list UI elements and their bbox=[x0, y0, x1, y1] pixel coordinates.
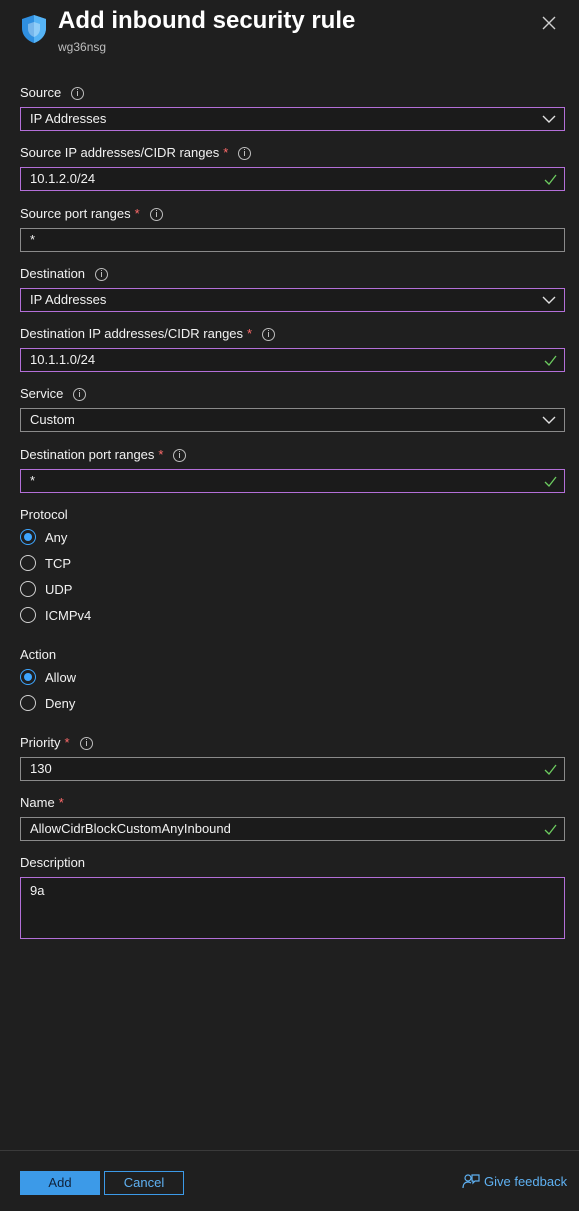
protocol-option-icmpv4[interactable]: ICMPv4 bbox=[20, 602, 91, 628]
required-marker: * bbox=[223, 145, 229, 160]
protocol-radio-group: Protocol Any TCP UDP ICMPv4 bbox=[20, 506, 91, 628]
page-subtitle: wg36nsg bbox=[58, 40, 107, 54]
destination-dropdown[interactable]: IP Addresses bbox=[20, 288, 565, 312]
priority-label: Priority bbox=[20, 735, 61, 750]
radio-button[interactable] bbox=[20, 529, 36, 545]
info-icon[interactable] bbox=[262, 327, 276, 341]
checkmark-icon bbox=[544, 764, 557, 775]
give-feedback-link[interactable]: Give feedback bbox=[462, 1171, 567, 1191]
destination-port-input[interactable]: * bbox=[20, 469, 565, 493]
protocol-option-udp[interactable]: UDP bbox=[20, 576, 91, 602]
service-dropdown[interactable]: Custom bbox=[20, 408, 565, 432]
shield-icon bbox=[22, 15, 46, 43]
checkmark-icon bbox=[544, 476, 557, 487]
radio-button[interactable] bbox=[20, 581, 36, 597]
destination-field: Destination IP Addresses bbox=[20, 265, 565, 312]
service-value: Custom bbox=[30, 412, 75, 427]
radio-button[interactable] bbox=[20, 669, 36, 685]
info-icon[interactable] bbox=[238, 146, 252, 160]
info-icon[interactable] bbox=[79, 736, 93, 750]
destination-label: Destination bbox=[20, 266, 86, 281]
chevron-down-icon bbox=[542, 296, 556, 304]
destination-value: IP Addresses bbox=[30, 292, 107, 307]
protocol-option-tcp[interactable]: TCP bbox=[20, 550, 91, 576]
destination-ip-label: Destination IP addresses/CIDR ranges bbox=[20, 326, 244, 341]
destination-port-value: * bbox=[30, 473, 36, 488]
info-icon[interactable] bbox=[173, 448, 187, 462]
info-icon[interactable] bbox=[95, 267, 109, 281]
name-field: Name * AllowCidrBlockCustomAnyInbound bbox=[20, 794, 565, 841]
destination-ip-input[interactable]: 10.1.1.0/24 bbox=[20, 348, 565, 372]
protocol-label: Protocol bbox=[20, 507, 68, 522]
source-label: Source bbox=[20, 85, 62, 100]
source-value: IP Addresses bbox=[30, 111, 107, 126]
checkmark-icon bbox=[544, 355, 557, 366]
close-icon[interactable] bbox=[540, 14, 558, 32]
service-label: Service bbox=[20, 386, 64, 401]
panel-header: Add inbound security rule wg36nsg bbox=[0, 0, 579, 80]
action-option-deny[interactable]: Deny bbox=[20, 690, 76, 716]
page-title: Add inbound security rule bbox=[58, 7, 356, 34]
required-marker: * bbox=[158, 447, 164, 462]
destination-ip-value: 10.1.1.0/24 bbox=[30, 352, 96, 367]
source-dropdown[interactable]: IP Addresses bbox=[20, 107, 565, 131]
description-field: Description 9a bbox=[20, 854, 565, 939]
source-port-value: * bbox=[30, 232, 36, 247]
chevron-down-icon bbox=[542, 115, 556, 123]
radio-button[interactable] bbox=[20, 695, 36, 711]
priority-value: 130 bbox=[30, 761, 52, 776]
give-feedback-label: Give feedback bbox=[484, 1173, 568, 1189]
destination-port-field: Destination port ranges * * bbox=[20, 446, 565, 493]
description-value: 9a bbox=[30, 883, 45, 898]
chevron-down-icon bbox=[542, 416, 556, 424]
required-marker: * bbox=[134, 206, 140, 221]
required-marker: * bbox=[64, 735, 70, 750]
name-input[interactable]: AllowCidrBlockCustomAnyInbound bbox=[20, 817, 565, 841]
destination-ip-field: Destination IP addresses/CIDR ranges * 10… bbox=[20, 325, 565, 372]
required-marker: * bbox=[247, 326, 253, 341]
source-port-input[interactable]: * bbox=[20, 228, 565, 252]
source-field: Source IP Addresses bbox=[20, 84, 565, 131]
radio-button[interactable] bbox=[20, 607, 36, 623]
source-ip-field: Source IP addresses/CIDR ranges * 10.1.2.… bbox=[20, 144, 565, 191]
add-button[interactable]: Add bbox=[20, 1171, 100, 1195]
checkmark-icon bbox=[544, 824, 557, 835]
name-value: AllowCidrBlockCustomAnyInbound bbox=[30, 821, 231, 836]
source-port-field: Source port ranges * * bbox=[20, 205, 565, 252]
name-label: Name bbox=[20, 795, 55, 810]
service-field: Service Custom bbox=[20, 385, 565, 432]
required-marker: * bbox=[58, 795, 64, 810]
priority-input[interactable]: 130 bbox=[20, 757, 565, 781]
checkmark-icon bbox=[544, 174, 557, 185]
description-label: Description bbox=[20, 855, 86, 870]
footer-divider bbox=[0, 1150, 579, 1151]
priority-field: Priority * 130 bbox=[20, 734, 565, 781]
destination-port-label: Destination port ranges bbox=[20, 447, 155, 462]
info-icon[interactable] bbox=[73, 387, 87, 401]
source-port-label: Source port ranges bbox=[20, 206, 131, 221]
protocol-option-any[interactable]: Any bbox=[20, 524, 91, 550]
action-radio-group: Action Allow Deny bbox=[20, 646, 76, 716]
source-ip-input[interactable]: 10.1.2.0/24 bbox=[20, 167, 565, 191]
source-ip-value: 10.1.2.0/24 bbox=[30, 171, 96, 186]
info-icon[interactable] bbox=[149, 207, 163, 221]
cancel-button[interactable]: Cancel bbox=[104, 1171, 184, 1195]
action-option-allow[interactable]: Allow bbox=[20, 664, 76, 690]
radio-button[interactable] bbox=[20, 555, 36, 571]
source-ip-label: Source IP addresses/CIDR ranges bbox=[20, 145, 220, 160]
description-textarea[interactable]: 9a bbox=[20, 877, 565, 939]
feedback-icon bbox=[462, 1174, 480, 1189]
action-label: Action bbox=[20, 647, 57, 662]
info-icon[interactable] bbox=[71, 86, 85, 100]
